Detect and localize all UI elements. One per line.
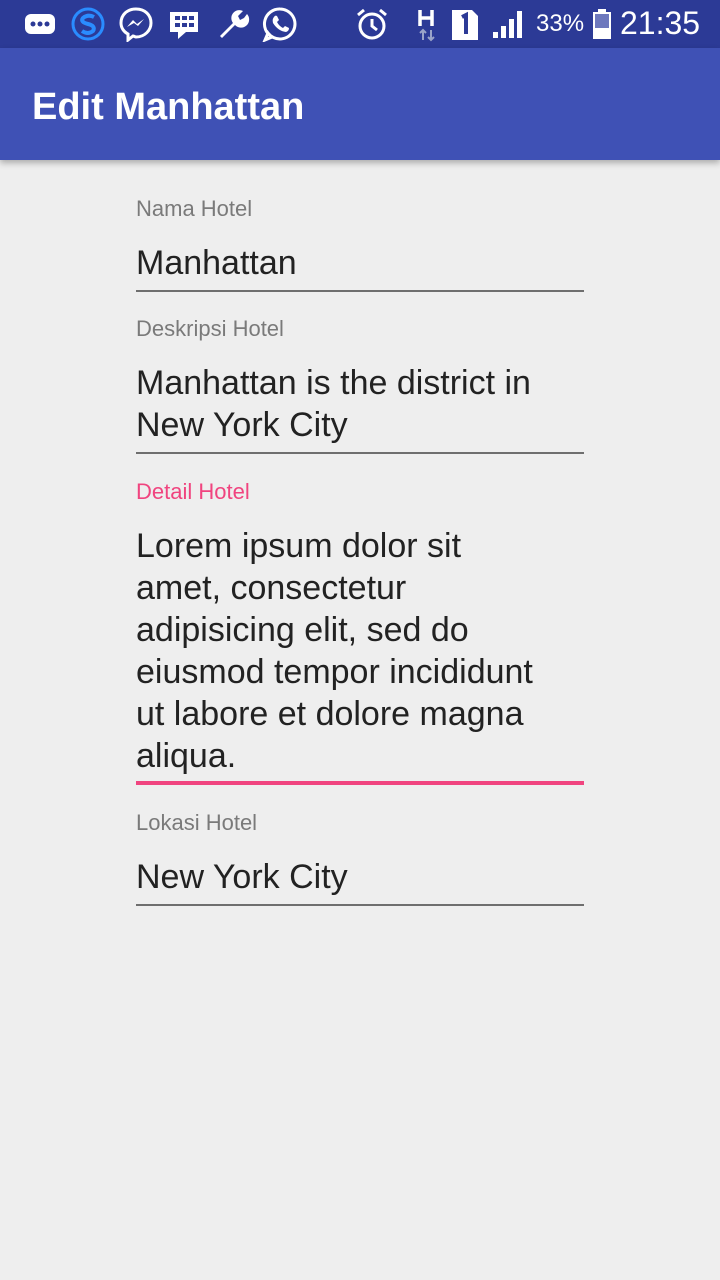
deskripsi-hotel-field[interactable]: Deskripsi Hotel Manhattan is the distric… <box>136 316 584 454</box>
lokasi-hotel-input[interactable]: New York City <box>136 856 584 898</box>
messenger-icon <box>118 6 154 42</box>
s-logo-icon <box>70 6 106 42</box>
app-bar: Edit Manhattan <box>0 48 720 160</box>
bbm-icon <box>166 6 202 42</box>
sim-1-icon <box>446 6 482 42</box>
wrench-icon <box>214 6 250 42</box>
lokasi-hotel-field[interactable]: Lokasi Hotel New York City <box>136 810 584 906</box>
nama-hotel-label: Nama Hotel <box>136 196 253 221</box>
detail-hotel-underline <box>136 781 584 785</box>
alarm-icon <box>354 6 390 42</box>
battery-percent: 33% <box>536 10 585 37</box>
nama-hotel-underline <box>136 290 584 292</box>
signal-bars-icon <box>490 6 526 42</box>
detail-hotel-label: Detail Hotel <box>136 479 250 504</box>
nama-hotel-field[interactable]: Nama Hotel Manhattan <box>136 196 584 292</box>
lokasi-hotel-underline <box>136 904 584 906</box>
deskripsi-hotel-label: Deskripsi Hotel <box>136 316 284 341</box>
chat-bubble-icon <box>22 6 58 42</box>
lokasi-hotel-label: Lokasi Hotel <box>136 810 258 835</box>
status-bar: 33% 21:35 <box>0 0 720 48</box>
battery-icon <box>584 6 620 42</box>
whatsapp-icon <box>262 6 298 42</box>
detail-hotel-input[interactable]: Lorem ipsum dolor sit amet, consectetur … <box>136 525 584 777</box>
deskripsi-hotel-input[interactable]: Manhattan is the district in New York Ci… <box>136 362 584 446</box>
h-signal-icon <box>410 6 446 42</box>
clock: 21:35 <box>620 5 701 41</box>
page-title: Edit Manhattan <box>32 86 305 128</box>
nama-hotel-input[interactable]: Manhattan <box>136 242 584 284</box>
deskripsi-hotel-underline <box>136 452 584 454</box>
detail-hotel-field[interactable]: Detail Hotel Lorem ipsum dolor sit amet,… <box>136 479 584 785</box>
